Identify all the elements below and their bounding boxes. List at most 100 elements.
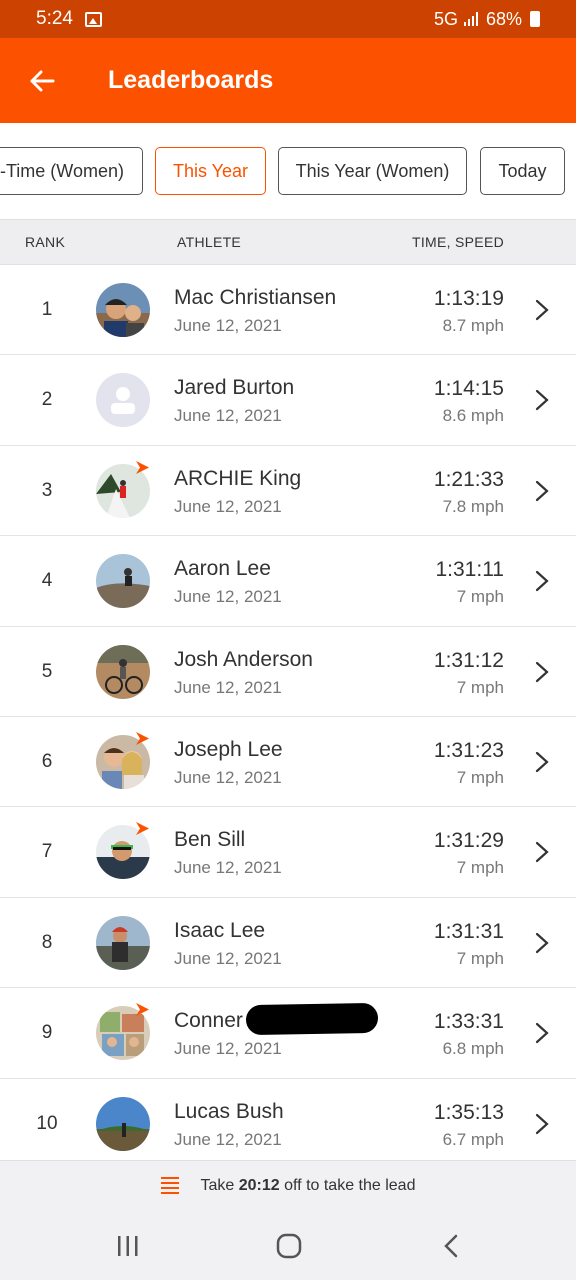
effort-time: 1:31:23 — [433, 738, 504, 762]
chevron-right-icon — [535, 1023, 549, 1044]
leaderboard-row[interactable]: 5 Josh Anderson June 12, 2021 1:31:12 7 … — [0, 626, 576, 717]
effort-speed: 7 mph — [456, 767, 504, 787]
leaderboard-list-icon — [160, 1176, 179, 1194]
avatar — [96, 644, 150, 699]
effort-speed: 7 mph — [456, 587, 504, 607]
leaderboard-row[interactable]: 9 Conner June 12, 2021 1:33:31 6.8 mph — [0, 988, 576, 1079]
effort-speed: 7 mph — [456, 948, 504, 968]
effort-date: June 12, 2021 — [174, 677, 282, 697]
system-navigation-bar — [0, 1210, 576, 1280]
app-bar: Leaderboards — [0, 38, 576, 123]
effort-time: 1:31:31 — [433, 919, 504, 943]
leaderboard-row[interactable]: 1 Mac Christiansen June 12, 2021 1:13:19… — [0, 265, 576, 356]
leaderboard-list: 1 Mac Christiansen June 12, 2021 1:13:19… — [0, 265, 576, 1169]
leaderboard-row[interactable]: 2 Jared Burton June 12, 2021 1:14:15 8.6… — [0, 355, 576, 446]
effort-time: 1:35:13 — [433, 1100, 504, 1124]
rank: 2 — [41, 389, 53, 411]
subscriber-badge-icon — [136, 1003, 149, 1017]
effort-date: June 12, 2021 — [174, 1129, 282, 1149]
avatar-placeholder — [96, 373, 150, 428]
signal-icon — [463, 12, 478, 26]
battery-level: 68% — [485, 8, 522, 29]
rank: 4 — [41, 570, 53, 592]
athlete-name: Josh Anderson — [174, 647, 313, 671]
avatar — [96, 915, 150, 970]
effort-time: 1:33:31 — [433, 1010, 504, 1034]
battery-icon — [530, 11, 540, 27]
effort-time: 1:14:15 — [433, 377, 504, 401]
status-bar: 5:24 5G 68% — [0, 0, 576, 38]
effort-time: 1:13:19 — [433, 287, 504, 310]
athlete-name: Joseph Lee — [174, 737, 283, 761]
subscriber-badge-icon — [136, 822, 149, 836]
column-athlete: ATHLETE — [177, 234, 242, 250]
chevron-right-icon — [535, 661, 549, 682]
filter-this-year-women[interactable]: This Year (Women) — [278, 147, 467, 195]
avatar — [96, 554, 150, 609]
effort-time: 1:21:33 — [433, 467, 504, 491]
effort-date: June 12, 2021 — [174, 767, 282, 787]
column-time-speed: TIME, SPEED — [412, 234, 504, 250]
effort-date: June 12, 2021 — [174, 587, 282, 607]
effort-speed: 8.7 mph — [442, 316, 504, 335]
filter-chips: -Time (Women) This Year This Year (Women… — [0, 123, 576, 219]
chevron-right-icon — [535, 751, 549, 773]
effort-speed: 6.7 mph — [442, 1129, 504, 1149]
effort-speed: 6.8 mph — [442, 1039, 504, 1059]
lead-time-gap: 20:12 — [238, 1176, 280, 1194]
chevron-right-icon — [535, 842, 549, 863]
athlete-name: Aaron Lee — [174, 557, 271, 581]
rank: 6 — [41, 750, 53, 772]
column-rank: RANK — [25, 234, 66, 250]
chevron-right-icon — [535, 480, 549, 501]
filter-all-time-women[interactable]: -Time (Women) — [0, 147, 143, 195]
athlete-name: Ben Sill — [174, 828, 246, 852]
gallery-notification-icon — [84, 11, 102, 27]
leaderboard-row[interactable]: 8 Isaac Lee June 12, 2021 1:31:31 7 mph — [0, 897, 576, 989]
rank: 8 — [41, 931, 53, 953]
rank: 3 — [41, 479, 53, 501]
effort-date: June 12, 2021 — [174, 858, 282, 878]
athlete-name: Mac Christiansen — [174, 286, 337, 309]
effort-date: June 12, 2021 — [174, 406, 282, 426]
lead-message: Take 20:12 off to take the lead — [200, 1176, 416, 1194]
effort-time: 1:31:29 — [433, 829, 504, 853]
chevron-right-icon — [535, 299, 549, 321]
chevron-right-icon — [535, 1113, 549, 1134]
leaderboard-row[interactable]: 7 Ben Sill June 12, 2021 1:31:29 7 mph — [0, 807, 576, 898]
chevron-right-icon — [535, 571, 549, 592]
rank: 5 — [41, 660, 53, 682]
chevron-right-icon — [535, 932, 549, 953]
athlete-name: Jared Burton — [174, 376, 295, 400]
chevron-right-icon — [535, 390, 549, 411]
leaderboard-row[interactable]: 10 Lucas Bush June 12, 2021 1:35:13 6.7 … — [0, 1078, 576, 1169]
effort-speed: 8.6 mph — [442, 406, 504, 426]
effort-speed: 7 mph — [456, 677, 504, 697]
leaderboard-row[interactable]: 3 ARCHIE King June 12, 2021 1:21:33 7.8 … — [0, 445, 576, 537]
rank: 1 — [41, 299, 53, 320]
leaderboard-row[interactable]: 6 Joseph Lee June 12, 2021 1:31:23 7 mph — [0, 716, 576, 808]
recent-apps-button[interactable] — [103, 1226, 153, 1266]
effort-time: 1:31:11 — [435, 558, 504, 582]
filter-today[interactable]: Today — [480, 147, 565, 195]
effort-time: 1:31:12 — [433, 648, 504, 672]
leaderboard-row[interactable]: 4 Aaron Lee June 12, 2021 1:31:11 7 mph — [0, 536, 576, 627]
home-icon — [276, 1233, 302, 1259]
back-chevron-icon — [444, 1234, 458, 1258]
network-type: 5G — [433, 8, 458, 29]
effort-speed: 7 mph — [456, 858, 504, 878]
avatar — [96, 1096, 150, 1151]
home-button[interactable] — [264, 1226, 314, 1266]
subscriber-badge-icon — [136, 731, 149, 745]
back-arrow-icon[interactable] — [0, 38, 84, 123]
status-time: 5:24 — [36, 8, 73, 29]
subscriber-badge-icon — [136, 460, 149, 474]
take-the-lead-banner[interactable]: Take 20:12 off to take the lead — [0, 1160, 576, 1210]
athlete-name: Lucas Bush — [174, 1099, 284, 1123]
table-header: RANK ATHLETE TIME, SPEED — [0, 219, 576, 265]
effort-date: June 12, 2021 — [174, 316, 282, 335]
system-back-button[interactable] — [426, 1226, 476, 1266]
redaction-mark — [245, 1002, 379, 1036]
filter-this-year[interactable]: This Year — [155, 147, 266, 195]
effort-date: June 12, 2021 — [174, 948, 282, 968]
